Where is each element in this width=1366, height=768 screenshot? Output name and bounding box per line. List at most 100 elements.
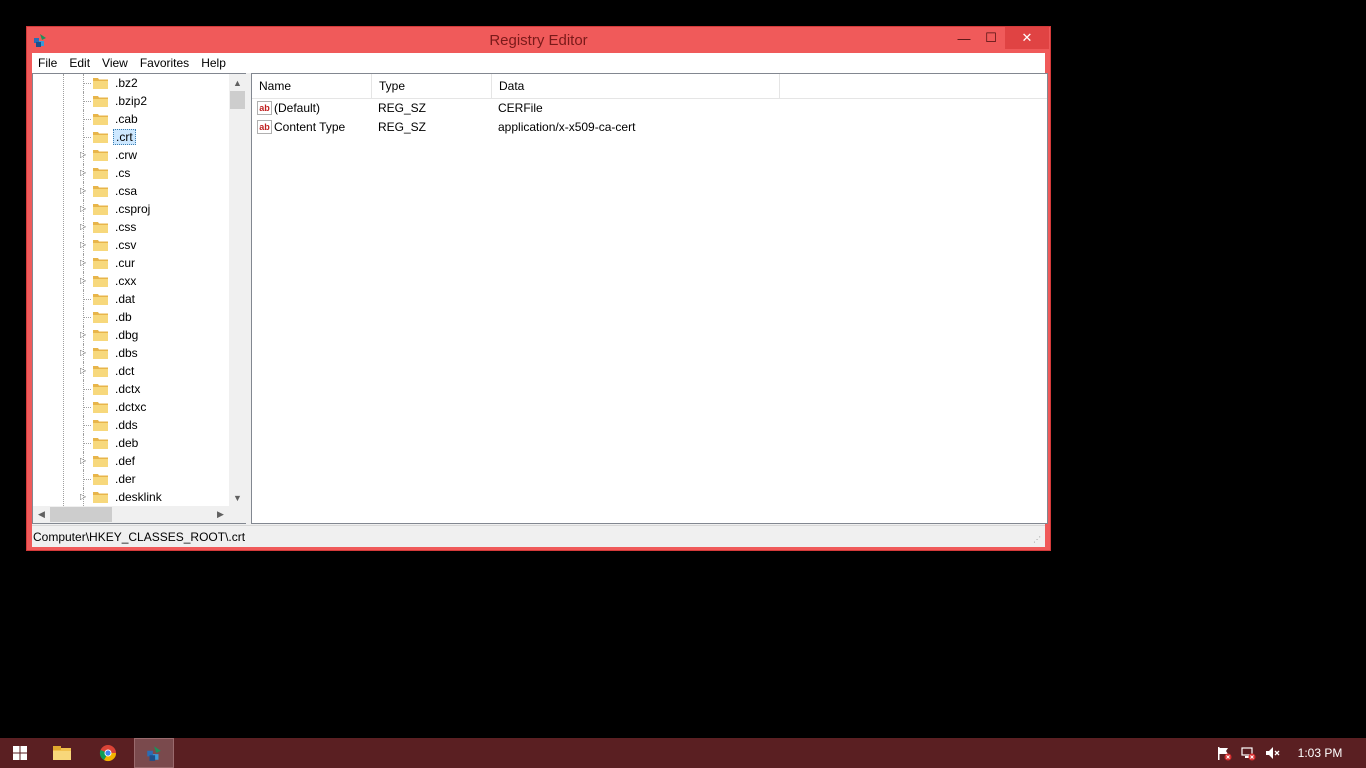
folder-icon bbox=[93, 384, 108, 395]
tree-node[interactable]: ▷ .dbg bbox=[33, 326, 229, 344]
expand-arrow-icon[interactable]: ▷ bbox=[80, 493, 88, 501]
minimize-button[interactable]: — bbox=[951, 27, 977, 49]
tree-node-label: .dds bbox=[115, 418, 138, 432]
tree-node[interactable]: .deb bbox=[33, 434, 229, 452]
column-header-type[interactable]: Type bbox=[372, 74, 492, 99]
column-header-data[interactable]: Data bbox=[492, 74, 780, 99]
tree-node[interactable]: ▷ .crw bbox=[33, 146, 229, 164]
tree-node-label: .deb bbox=[115, 436, 139, 450]
network-icon[interactable] bbox=[1240, 745, 1256, 761]
tree-node[interactable]: .crt bbox=[33, 128, 229, 146]
expand-arrow-icon[interactable]: ▷ bbox=[80, 187, 88, 195]
tree-node[interactable]: .bz2 bbox=[33, 74, 229, 92]
tree-node[interactable]: .bzip2 bbox=[33, 92, 229, 110]
expand-arrow-icon[interactable]: ▷ bbox=[80, 367, 88, 375]
tree-node[interactable]: ▷ .csv bbox=[33, 236, 229, 254]
client-area: .bz2 .bzip2 .cab .crt ▷ .crw ▷ .cs ▷ .csa ▷ .csproj… bbox=[32, 73, 1048, 525]
tree-node[interactable]: ▷ .def bbox=[33, 452, 229, 470]
values-list: Name Type Data ab (Default) REG_SZ CERFi… bbox=[251, 73, 1048, 524]
folder-icon bbox=[93, 330, 108, 341]
tree-node[interactable]: ▷ .dbs bbox=[33, 344, 229, 362]
tree-node-label: .def bbox=[115, 454, 136, 468]
tree-node-label: .csa bbox=[115, 184, 138, 198]
scroll-up-icon[interactable]: ▲ bbox=[229, 74, 246, 91]
expand-arrow-icon[interactable]: ▷ bbox=[80, 277, 88, 285]
menu-edit[interactable]: Edit bbox=[63, 53, 96, 73]
tree-node-label: .cs bbox=[115, 166, 131, 180]
value-row[interactable]: ab Content Type REG_SZ application/x-x50… bbox=[252, 118, 1047, 137]
tree-node-label: .dctxc bbox=[115, 400, 147, 414]
tree-node-label: .cur bbox=[115, 256, 136, 270]
scroll-right-icon[interactable]: ▶ bbox=[212, 506, 229, 523]
expand-arrow-icon[interactable]: ▷ bbox=[80, 241, 88, 249]
tree-node[interactable]: ▷ .csa bbox=[33, 182, 229, 200]
scroll-down-icon[interactable]: ▼ bbox=[229, 489, 246, 506]
tree-node-label: .dct bbox=[115, 364, 135, 378]
expand-arrow-icon[interactable]: ▷ bbox=[80, 457, 88, 465]
tree-connector bbox=[83, 389, 91, 390]
volume-muted-icon[interactable] bbox=[1264, 745, 1280, 761]
close-button[interactable]: ✕ bbox=[1005, 27, 1049, 49]
tree-node[interactable]: ▷ .cxx bbox=[33, 272, 229, 290]
tree-node[interactable]: .dat bbox=[33, 290, 229, 308]
value-name: Content Type bbox=[274, 120, 346, 134]
tree-node[interactable]: ▷ .cs bbox=[33, 164, 229, 182]
expand-arrow-icon[interactable]: ▷ bbox=[80, 259, 88, 267]
folder-icon bbox=[93, 114, 108, 125]
scroll-thumb-horizontal[interactable] bbox=[50, 507, 112, 522]
folder-icon bbox=[93, 438, 108, 449]
taskbar-clock[interactable]: 1:03 PM bbox=[1290, 746, 1350, 760]
maximize-button[interactable]: ☐ bbox=[978, 27, 1004, 49]
string-value-icon: ab bbox=[257, 120, 272, 134]
tree-vertical-scrollbar[interactable]: ▲ ▼ bbox=[229, 74, 246, 506]
folder-icon bbox=[93, 96, 108, 107]
tree-node[interactable]: .dds bbox=[33, 416, 229, 434]
folder-icon bbox=[93, 366, 108, 377]
menu-view[interactable]: View bbox=[96, 53, 134, 73]
column-header-name[interactable]: Name bbox=[252, 74, 372, 99]
value-row[interactable]: ab (Default) REG_SZ CERFile bbox=[252, 99, 1047, 118]
folder-icon bbox=[93, 78, 108, 89]
menu-file[interactable]: File bbox=[32, 53, 63, 73]
tree-node[interactable]: ▷ .css bbox=[33, 218, 229, 236]
expand-arrow-icon[interactable]: ▷ bbox=[80, 349, 88, 357]
scroll-thumb[interactable] bbox=[230, 91, 245, 109]
expand-arrow-icon[interactable]: ▷ bbox=[80, 223, 88, 231]
tree-node[interactable]: ▷ .desklink bbox=[33, 488, 229, 506]
scroll-corner bbox=[229, 506, 246, 523]
folder-icon bbox=[93, 294, 108, 305]
folder-icon bbox=[93, 258, 108, 269]
expand-arrow-icon[interactable]: ▷ bbox=[80, 205, 88, 213]
folder-icon bbox=[93, 150, 108, 161]
tree-list: .bz2 .bzip2 .cab .crt ▷ .crw ▷ .cs ▷ .csa ▷ .csproj… bbox=[33, 74, 229, 506]
tree-node[interactable]: .cab bbox=[33, 110, 229, 128]
tree-node-label: .cab bbox=[115, 112, 138, 126]
registry-editor-icon bbox=[147, 746, 161, 761]
registry-editor-taskbar-button[interactable] bbox=[134, 738, 174, 768]
tree-node[interactable]: ▷ .cur bbox=[33, 254, 229, 272]
tree-node[interactable]: .dctxc bbox=[33, 398, 229, 416]
value-data: application/x-x509-ca-cert bbox=[498, 120, 636, 134]
expand-arrow-icon[interactable]: ▷ bbox=[80, 169, 88, 177]
title-bar[interactable]: Registry Editor — ☐ ✕ bbox=[27, 27, 1050, 53]
action-center-flag-icon[interactable] bbox=[1216, 745, 1232, 761]
file-explorer-taskbar-button[interactable] bbox=[42, 738, 82, 768]
resize-grip-icon[interactable]: ⋰ bbox=[1033, 535, 1043, 545]
tree-horizontal-scrollbar[interactable]: ◀ ▶ bbox=[33, 506, 229, 523]
menu-help[interactable]: Help bbox=[195, 53, 232, 73]
chrome-taskbar-button[interactable] bbox=[88, 738, 128, 768]
tree-node-label: .dbs bbox=[115, 346, 138, 360]
tree-node[interactable]: ▷ .dct bbox=[33, 362, 229, 380]
expand-arrow-icon[interactable]: ▷ bbox=[80, 151, 88, 159]
scroll-left-icon[interactable]: ◀ bbox=[33, 506, 50, 523]
menu-favorites[interactable]: Favorites bbox=[134, 53, 195, 73]
tree-node[interactable]: .dctx bbox=[33, 380, 229, 398]
tree-node[interactable]: ▷ .csproj bbox=[33, 200, 229, 218]
start-button[interactable] bbox=[0, 738, 40, 768]
expand-arrow-icon[interactable]: ▷ bbox=[80, 331, 88, 339]
tree-node[interactable]: .db bbox=[33, 308, 229, 326]
folder-icon bbox=[93, 222, 108, 233]
tree-node-label: .crt bbox=[113, 129, 136, 145]
tree-node[interactable]: .der bbox=[33, 470, 229, 488]
folder-icon bbox=[93, 492, 108, 503]
